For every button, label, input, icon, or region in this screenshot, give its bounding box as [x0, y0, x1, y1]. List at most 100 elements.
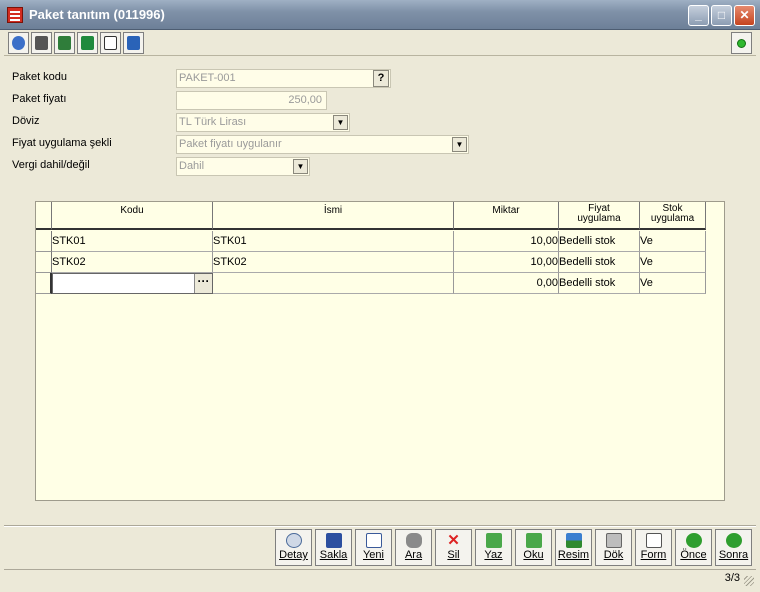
read-up-icon [525, 533, 542, 548]
chevron-down-icon[interactable]: ▼ [333, 115, 348, 130]
ellipsis-button[interactable]: ··· [194, 274, 212, 293]
minimize-button[interactable]: _ [688, 5, 709, 26]
oku-label: Oku [523, 549, 544, 561]
vergi-label: Vergi dahil/değil [12, 159, 90, 171]
header-fiyat-uygulama[interactable]: Fiyat uygulama [559, 202, 640, 230]
close-button[interactable]: ✕ [734, 5, 755, 26]
calculator-button[interactable] [31, 32, 52, 54]
cell-miktar[interactable]: 10,00 [454, 231, 559, 252]
detay-button[interactable]: Detay [275, 529, 312, 566]
report-button[interactable] [54, 32, 75, 54]
magnifier-icon [285, 533, 302, 548]
doviz-label: Döviz [12, 115, 40, 127]
vergi-select[interactable]: Dahil ▼ [176, 157, 310, 176]
form-icon [645, 533, 662, 548]
kodu-edit-input[interactable]: ··· [52, 273, 213, 294]
row-indicator[interactable] [36, 252, 52, 273]
resize-grip-icon[interactable] [744, 576, 754, 586]
action-bar: Detay Sakla Yeni Ara ✕ Sil Yaz Oku Resim … [4, 526, 756, 568]
print-preview-button[interactable] [123, 32, 144, 54]
cell-stok[interactable]: Ve [640, 273, 706, 294]
write-down-icon [485, 533, 502, 548]
cell-fiyat[interactable]: Bedelli stok [559, 252, 640, 273]
cell-ismi[interactable] [213, 273, 454, 294]
status-dot-icon [737, 39, 746, 48]
new-document-icon [365, 533, 382, 548]
items-grid: Kodu İsmi Miktar Fiyat uygulama Stok uyg… [35, 201, 725, 501]
arrow-right-icon [725, 533, 742, 548]
fiyat-uygulama-label: Fiyat uygulama şekli [12, 137, 112, 149]
resim-label: Resim [557, 549, 590, 561]
cell-ismi[interactable]: STK02 [213, 252, 454, 273]
header-indicator [36, 202, 52, 230]
paket-kodu-field[interactable]: PAKET-001 ? [176, 69, 391, 88]
yaz-label: Yaz [484, 549, 503, 561]
doviz-select[interactable]: TL Türk Lirası ▼ [176, 113, 350, 132]
printer-icon [605, 533, 622, 548]
sonra-button[interactable]: Sonra [715, 529, 752, 566]
dok-label: Dök [603, 549, 624, 561]
paket-fiyati-field[interactable]: 250,00 [176, 91, 327, 110]
toolbar [4, 30, 756, 56]
record-counter: 3/3 [724, 572, 740, 584]
app-icon [7, 7, 23, 23]
oku-button[interactable]: Oku [515, 529, 552, 566]
chevron-down-icon[interactable]: ▼ [293, 159, 308, 174]
paket-fiyati-label: Paket fiyatı [12, 93, 67, 105]
lookup-button[interactable]: ? [373, 70, 389, 87]
maximize-button[interactable]: □ [711, 5, 732, 26]
cell-miktar[interactable]: 0,00 [454, 273, 559, 294]
arrow-left-icon [685, 533, 702, 548]
cell-ismi[interactable]: STK01 [213, 231, 454, 252]
calculator-icon [35, 36, 48, 50]
header-kodu[interactable]: Kodu [52, 202, 213, 230]
once-label: Önce [680, 549, 707, 561]
sil-button[interactable]: ✕ Sil [435, 529, 472, 566]
row-indicator-current[interactable] [36, 273, 52, 294]
home-icon [104, 36, 117, 50]
cell-miktar[interactable]: 10,00 [454, 252, 559, 273]
yaz-button[interactable]: Yaz [475, 529, 512, 566]
window-title: Paket tanıtım (011996) [29, 7, 165, 22]
row-indicator[interactable] [36, 231, 52, 252]
yeni-button[interactable]: Yeni [355, 529, 392, 566]
title-bar: Paket tanıtım (011996) _ □ ✕ [0, 0, 760, 30]
sil-label: Sil [447, 549, 460, 561]
excel-button[interactable] [77, 32, 98, 54]
form-label: Form [640, 549, 667, 561]
help-button[interactable] [8, 32, 29, 54]
form-button[interactable]: Form [635, 529, 672, 566]
sonra-label: Sonra [718, 549, 749, 561]
ara-label: Ara [404, 549, 423, 561]
doviz-value: TL Türk Lirası [179, 116, 247, 128]
paket-kodu-value: PAKET-001 [179, 72, 236, 84]
help-icon [12, 36, 25, 50]
header-fiyat-line2: uygulama [577, 213, 621, 224]
connection-status [731, 32, 752, 54]
once-button[interactable]: Önce [675, 529, 712, 566]
report-icon [58, 36, 71, 50]
resim-button[interactable]: Resim [555, 529, 592, 566]
cell-fiyat[interactable]: Bedelli stok [559, 273, 640, 294]
chevron-down-icon[interactable]: ▼ [452, 137, 467, 152]
cell-stok[interactable]: Ve [640, 252, 706, 273]
sakla-label: Sakla [319, 549, 348, 561]
cell-stok[interactable]: Ve [640, 231, 706, 252]
cell-kodu[interactable]: STK02 [52, 252, 213, 273]
status-bar: 3/3 [4, 569, 756, 588]
cell-kodu[interactable]: STK01 [52, 231, 213, 252]
fiyat-uygulama-select[interactable]: Paket fiyatı uygulanır ▼ [176, 135, 469, 154]
delete-icon: ✕ [447, 532, 460, 549]
header-ismi[interactable]: İsmi [213, 202, 454, 230]
save-icon [325, 533, 342, 548]
header-miktar[interactable]: Miktar [454, 202, 559, 230]
ara-button[interactable]: Ara [395, 529, 432, 566]
cell-fiyat[interactable]: Bedelli stok [559, 231, 640, 252]
sakla-button[interactable]: Sakla [315, 529, 352, 566]
dok-button[interactable]: Dök [595, 529, 632, 566]
yeni-label: Yeni [362, 549, 384, 561]
print-preview-icon [127, 36, 140, 50]
header-stok-uygulama[interactable]: Stok uygulama [640, 202, 706, 230]
home-button[interactable] [100, 32, 121, 54]
fiyat-uygulama-value: Paket fiyatı uygulanır [179, 138, 282, 150]
